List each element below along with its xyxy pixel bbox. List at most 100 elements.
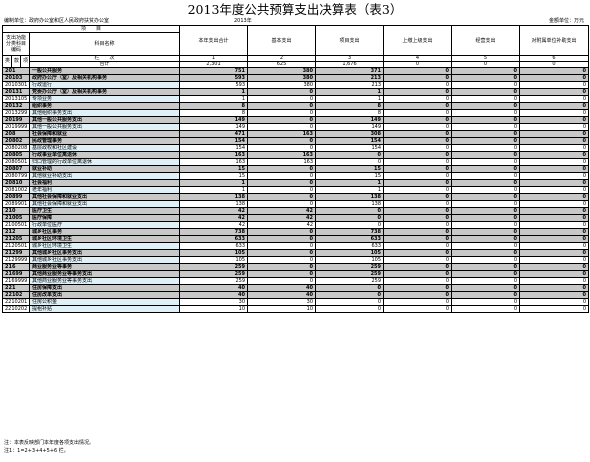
row-value: 15 (179, 165, 249, 173)
row-value: 0 (247, 95, 317, 103)
row-value: 0 (383, 179, 453, 187)
row-value: 0 (383, 193, 453, 201)
row-value: 0 (383, 291, 453, 299)
row-value: 259 (315, 277, 385, 285)
table-row: 216 商业服务业等事务 259 0 259 0 0 0 (2, 263, 590, 271)
class-label-lei: 类 (2, 55, 12, 68)
row-value: 163 (247, 158, 317, 166)
header-row-1: 项 目 本年支出合计 基本支出 项目支出 上缴上级支出 经营支出 对附属单位补助… (1, 25, 590, 56)
row-value: 105 (179, 256, 249, 264)
row-value: 371 (315, 67, 385, 75)
row-value: 0 (247, 186, 317, 194)
row-value: 154 (315, 144, 385, 152)
row-code: 21699 (2, 270, 30, 278)
row-name: 住房保障支出 (28, 284, 181, 292)
row-value: 0 (315, 207, 385, 215)
row-name: 城乡社区事务 (28, 228, 181, 236)
table-row: 21699 其他商业服务业等事务支出 259 0 259 0 0 0 (2, 270, 590, 278)
row-value: 0 (383, 214, 453, 222)
code-label: 支出功能分类科目编码 (2, 32, 30, 56)
row-value: 10 (247, 305, 317, 313)
row-value: 0 (451, 193, 521, 201)
row-value: 213 (315, 74, 385, 82)
row-name: 城乡社区环境卫生 (28, 235, 181, 243)
row-value: 0 (519, 144, 590, 152)
row-value: 0 (451, 67, 521, 75)
row-value: 0 (451, 186, 521, 194)
row-value: 0 (519, 277, 590, 285)
table-row: 20131 党委办公厅（室）及相关机构事务 1 0 1 0 0 0 (2, 88, 590, 96)
row-code: 2081002 (2, 186, 30, 194)
table-row: 2081002 老年福利 1 0 1 0 0 0 (2, 186, 590, 194)
row-value: 0 (519, 186, 590, 194)
footer-note-2: 注1：1=2+3+4+5+6 栏。 (4, 448, 69, 454)
row-value: 0 (247, 179, 317, 187)
row-value: 633 (315, 235, 385, 243)
row-value: 0 (519, 298, 590, 306)
table-row: 20802 民政管理事务 154 0 154 0 0 0 (2, 137, 590, 145)
row-value: 259 (315, 263, 385, 271)
row-value: 42 (179, 207, 249, 215)
row-value: 0 (519, 207, 590, 215)
row-name: 其他组织事务支出 (28, 109, 181, 117)
row-name: 一般公共服务 (28, 67, 181, 75)
row-value: 0 (247, 263, 317, 271)
unit-name: 政府办公室和区人民政府扶贫办公室 (29, 18, 110, 24)
row-value: 0 (247, 109, 317, 117)
row-value: 0 (519, 235, 590, 243)
row-value: 138 (315, 200, 385, 208)
row-value: 0 (383, 172, 453, 180)
row-value: 0 (315, 214, 385, 222)
row-code: 2013299 (2, 109, 30, 117)
row-name: 商业服务业等事务 (28, 263, 181, 271)
row-code: 20132 (2, 102, 30, 110)
row-value: 0 (247, 242, 317, 250)
row-name: 归口管理的行政单位离退休 (28, 158, 181, 166)
row-value: 8 (179, 102, 249, 110)
row-value: 40 (247, 291, 317, 299)
row-value: 0 (247, 172, 317, 180)
row-value: 105 (315, 256, 385, 264)
row-value: 0 (519, 102, 590, 110)
row-value: 30 (247, 298, 317, 306)
table-row: 2210202 提租补贴 10 10 0 0 0 0 (2, 305, 590, 313)
row-value: 259 (315, 270, 385, 278)
row-value: 0 (519, 284, 590, 292)
table-row: 20805 行政事业单位离退休 163 163 0 0 0 0 (2, 151, 590, 159)
row-value: 1 (179, 95, 249, 103)
row-value: 0 (383, 95, 453, 103)
row-code: 2089901 (2, 200, 30, 208)
table-body: 项 目 本年支出合计 基本支出 项目支出 上缴上级支出 经营支出 对附属单位补助… (1, 25, 590, 313)
table-row: 21205 城乡社区环境卫生 633 0 633 0 0 0 (2, 235, 590, 243)
row-value: 0 (519, 263, 590, 271)
col-header-operating: 经营支出 (451, 25, 521, 56)
row-value: 0 (451, 305, 521, 313)
row-value: 0 (383, 158, 453, 166)
row-code: 20810 (2, 179, 30, 187)
row-value: 0 (247, 102, 317, 110)
row-value: 0 (247, 144, 317, 152)
row-value: 0 (383, 305, 453, 313)
row-value: 105 (315, 249, 385, 257)
row-value: 0 (383, 88, 453, 96)
row-value: 0 (451, 256, 521, 264)
row-name: 其他社会保障和就业支出 (28, 200, 181, 208)
row-value: 0 (315, 221, 385, 229)
row-value: 0 (247, 200, 317, 208)
row-value: 593 (179, 81, 249, 89)
row-code: 2100501 (2, 221, 30, 229)
row-value: 138 (179, 193, 249, 201)
row-value: 0 (519, 130, 590, 138)
class-label-kuan: 款 (11, 55, 21, 68)
row-value: 0 (383, 263, 453, 271)
row-name: 行政事业单位离退休 (28, 151, 181, 159)
row-value: 163 (179, 158, 249, 166)
row-value: 0 (451, 284, 521, 292)
row-value: 0 (451, 130, 521, 138)
document-title: 2013年度公共预算支出决算表（表3） (187, 2, 403, 17)
table-row: 2120501 城乡社区环境卫生 633 0 633 0 0 0 (2, 242, 590, 250)
row-value: 154 (179, 144, 249, 152)
row-value: 0 (519, 200, 590, 208)
row-value: 0 (247, 165, 317, 173)
row-value: 0 (383, 151, 453, 159)
